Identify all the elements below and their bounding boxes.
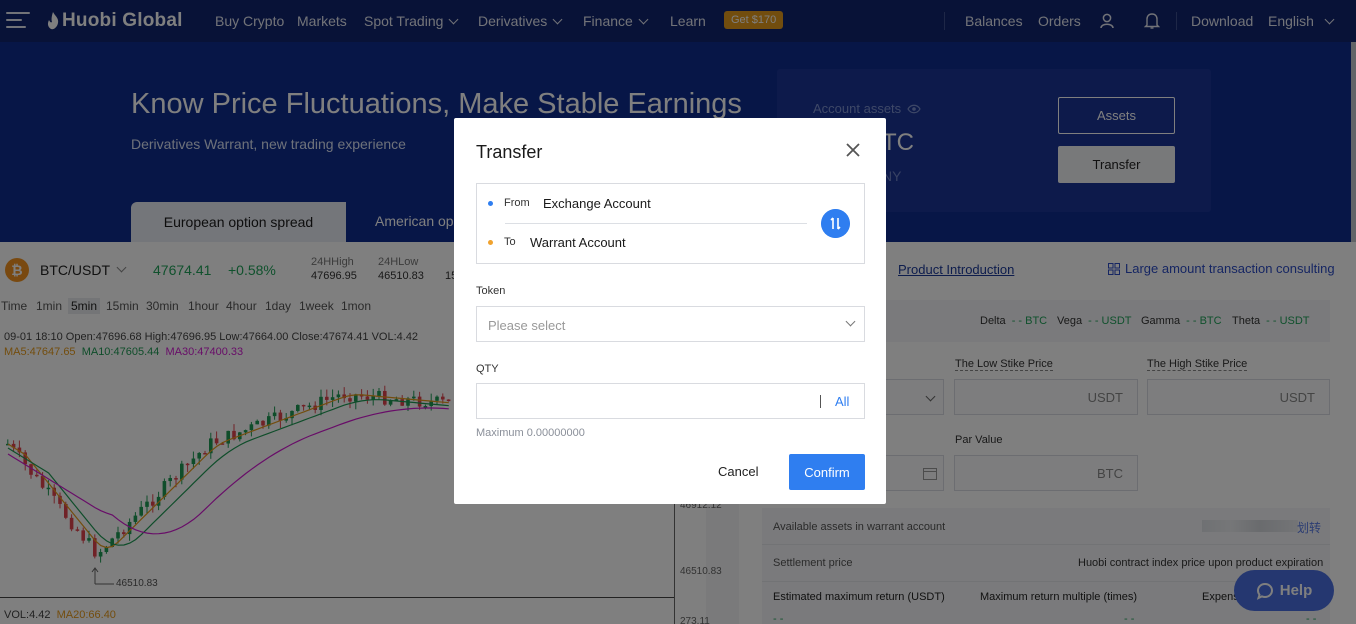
divider xyxy=(820,395,821,408)
token-select[interactable]: Please select xyxy=(476,306,865,342)
transfer-modal: Transfer From Exchange Account To Warran… xyxy=(454,118,886,504)
cancel-button[interactable]: Cancel xyxy=(718,464,758,479)
from-label: From xyxy=(504,197,530,209)
chevron-down-icon xyxy=(845,316,856,327)
to-label: To xyxy=(504,236,516,248)
maximum-amount: Maximum 0.00000000 xyxy=(476,427,585,439)
confirm-button[interactable]: Confirm xyxy=(789,454,865,490)
token-label: Token xyxy=(476,285,506,297)
divider xyxy=(505,223,807,224)
all-button[interactable]: All xyxy=(835,394,849,409)
swap-icon[interactable] xyxy=(821,209,850,238)
token-placeholder: Please select xyxy=(488,318,566,333)
from-account-select[interactable]: Exchange Account xyxy=(543,196,651,211)
to-dot xyxy=(488,240,493,245)
from-to-box: From Exchange Account To Warrant Account xyxy=(476,183,865,264)
to-account-select[interactable]: Warrant Account xyxy=(530,235,626,250)
close-icon[interactable] xyxy=(845,142,861,158)
from-dot xyxy=(488,201,493,206)
qty-label: QTY xyxy=(476,363,499,375)
modal-title: Transfer xyxy=(476,142,543,162)
qty-input[interactable]: All xyxy=(476,383,865,419)
